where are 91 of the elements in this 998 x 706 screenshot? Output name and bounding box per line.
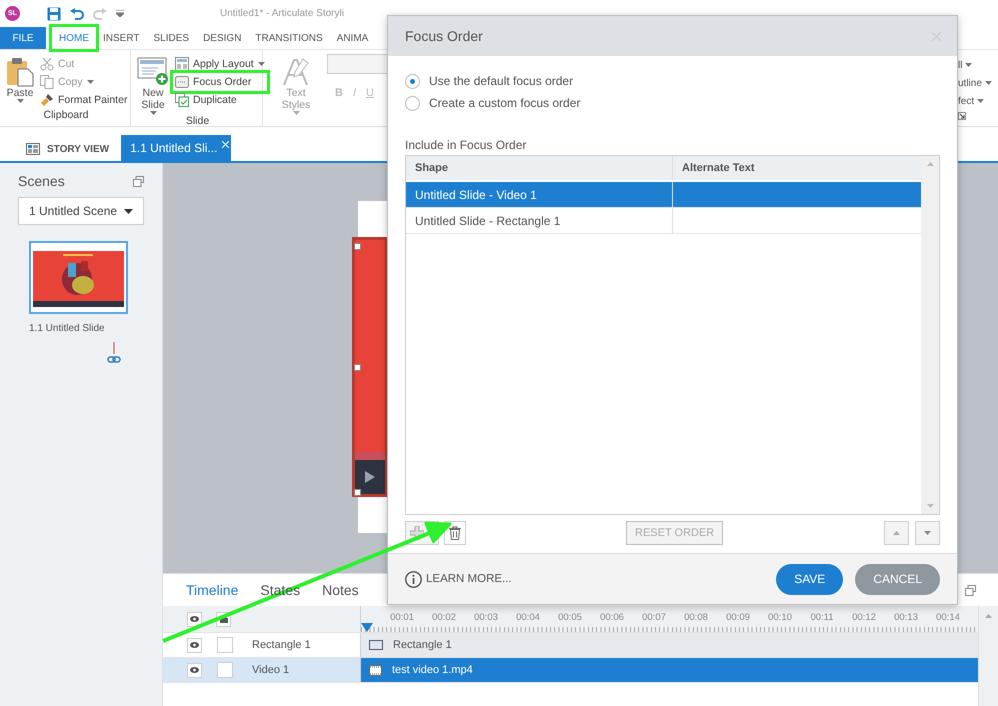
plus-icon — [410, 526, 424, 540]
caret-icon — [965, 63, 972, 67]
video-frame[interactable] — [352, 237, 388, 497]
scissors-icon — [40, 57, 54, 71]
file-menu-tab[interactable]: FILE — [0, 27, 46, 49]
radio-button[interactable] — [405, 96, 420, 110]
ribbon-button[interactable]: Format Painter — [38, 91, 130, 109]
panel-title: Scenes — [18, 173, 65, 189]
ribbon-tab[interactable]: HOME — [52, 27, 96, 49]
delete-button[interactable] — [444, 521, 466, 545]
ribbon-tab[interactable]: INSERT — [96, 27, 146, 49]
caret-icon — [150, 111, 156, 115]
timeline-bar[interactable]: Rectangle 1 — [361, 633, 978, 657]
paste-button[interactable]: Paste — [6, 54, 34, 109]
down-arrow-icon — [924, 531, 931, 535]
caret-icon — [16, 99, 24, 103]
radio-option[interactable]: Use the default focus order — [405, 70, 940, 92]
lock-checkbox[interactable] — [217, 637, 233, 653]
caret-icon — [258, 62, 265, 66]
film-icon — [369, 664, 382, 676]
table-row[interactable]: Untitled Slide - Rectangle 1 — [406, 208, 921, 234]
copy-icon — [40, 75, 54, 89]
table-row[interactable]: Untitled Slide - Video 1 — [406, 182, 921, 208]
rectangle-icon — [369, 640, 383, 650]
dialog-title: Focus Order — [405, 28, 483, 44]
ribbon-button[interactable]: Apply Layout — [173, 55, 267, 73]
caret-icon — [984, 81, 992, 85]
caret-icon — [292, 111, 300, 115]
ribbon-button[interactable]: fect — [958, 94, 998, 108]
scene-dropdown[interactable]: 1 Untitled Scene — [18, 197, 144, 225]
ribbon-tab[interactable]: ANIMA — [330, 27, 376, 49]
trash-icon — [449, 526, 461, 540]
layout-icon — [175, 57, 189, 71]
restore-icon[interactable] — [133, 176, 144, 186]
list-label: Include in Focus Order — [405, 138, 528, 152]
group-label: Clipboard — [42, 109, 90, 123]
dialog-launcher-icon[interactable] — [958, 112, 966, 120]
ribbon-tab[interactable]: TRANSITIONS — [248, 27, 330, 49]
caret-icon — [977, 99, 984, 103]
ribbon-button[interactable]: utline — [958, 76, 998, 90]
resize-handle[interactable] — [354, 489, 361, 496]
resize-handle[interactable] — [354, 364, 361, 371]
story-view-tab[interactable]: STORY VIEW — [18, 137, 118, 161]
group-label: Slide — [184, 115, 210, 127]
slide-tab[interactable]: 1.1 Untitled Sli... — [121, 135, 232, 161]
link-icon — [107, 342, 121, 364]
radio-button[interactable] — [405, 74, 420, 88]
save-icon[interactable] — [47, 6, 61, 20]
panel-tab[interactable]: Timeline — [186, 582, 238, 598]
ribbon-button[interactable]: Focus Order — [173, 73, 267, 91]
layer-row[interactable]: Rectangle 1 — [163, 633, 361, 657]
timeline-bar[interactable]: test video 1.mp4 — [361, 658, 978, 682]
resize-handle[interactable] — [354, 243, 361, 250]
ribbon-button[interactable]: ll — [958, 58, 998, 72]
slide-label: 1.1 Untitled Slide — [29, 323, 106, 334]
brush-icon — [40, 93, 54, 107]
eye-icon[interactable] — [190, 667, 199, 673]
ribbon-tab[interactable]: SLIDES — [146, 27, 196, 49]
eye-icon[interactable] — [190, 642, 199, 648]
play-icon[interactable] — [365, 471, 375, 483]
move-down-button[interactable] — [915, 521, 940, 545]
paste-icon — [6, 57, 34, 87]
customize-icon[interactable] — [116, 10, 124, 17]
caret-icon — [86, 80, 94, 84]
undo-icon[interactable] — [70, 8, 84, 20]
scrollbar[interactable] — [978, 606, 998, 706]
lock-checkbox[interactable] — [217, 662, 233, 678]
up-arrow-icon — [893, 531, 900, 535]
dropdown-arrow-icon — [124, 208, 133, 214]
panel-tab[interactable]: Notes — [322, 582, 359, 598]
focus-order-icon — [175, 76, 189, 88]
layer-row[interactable]: Video 1 — [163, 658, 361, 682]
new-slide-icon — [137, 57, 169, 87]
restore-icon[interactable] — [965, 584, 976, 596]
save-button[interactable]: SAVE — [776, 564, 844, 594]
learn-more-link[interactable]: LEARN MORE... — [405, 570, 512, 588]
eye-icon[interactable] — [187, 612, 202, 626]
highlight-frame — [49, 24, 99, 52]
ribbon-tab[interactable]: DESIGN — [196, 27, 248, 49]
duplicate-icon — [175, 93, 189, 107]
ribbon-button[interactable]: Duplicate — [173, 91, 267, 109]
radio-option[interactable]: Create a custom focus order — [405, 92, 940, 114]
column-header[interactable]: Alternate Text — [673, 156, 921, 180]
column-header[interactable]: Shape — [406, 156, 673, 180]
window-title: Untitled1* - Articulate Storyli — [220, 8, 344, 19]
pen-icon — [281, 57, 311, 87]
new-slide-button[interactable]: New Slide — [137, 54, 169, 115]
scroll-up-icon[interactable] — [985, 614, 992, 618]
story-view-icon — [26, 143, 40, 155]
info-icon — [405, 570, 422, 588]
move-up-button[interactable] — [884, 521, 909, 545]
